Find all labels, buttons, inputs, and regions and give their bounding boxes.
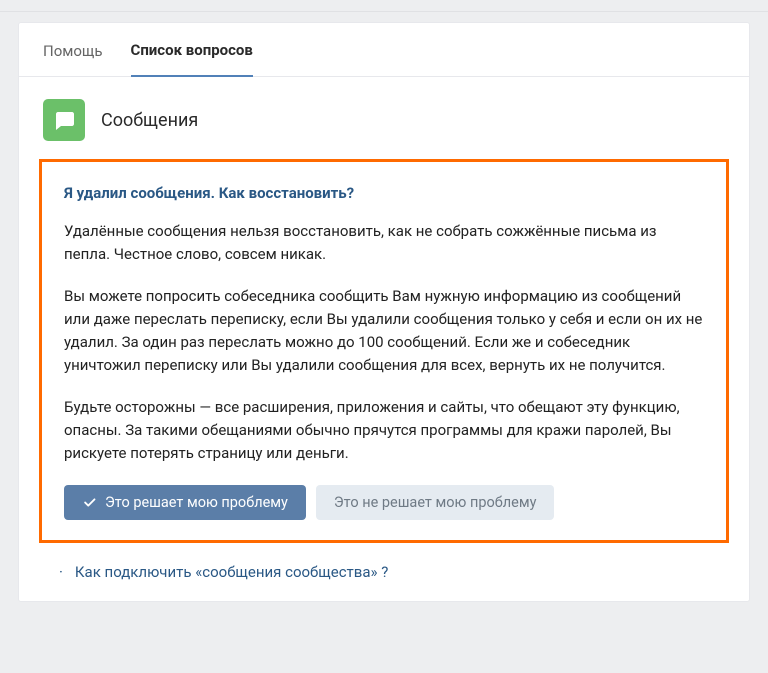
tabs-bar: Помощь Список вопросов — [19, 23, 749, 77]
tab-questions[interactable]: Список вопросов — [131, 23, 253, 77]
not-solves-button-label: Это не решает мою проблему — [334, 494, 537, 511]
question-block: Я удалил сообщения. Как восстановить? Уд… — [39, 159, 729, 543]
question-body: Удалённые сообщения нельзя восстановить,… — [64, 220, 704, 465]
question-paragraph: Удалённые сообщения нельзя восстановить,… — [64, 220, 704, 267]
related-question-label: Как подключить «сообщения сообщества» ? — [75, 563, 388, 581]
question-paragraph: Вы можете попросить собеседника сообщить… — [64, 285, 704, 378]
top-spacer — [0, 0, 768, 12]
solves-button[interactable]: Это решает мою проблему — [64, 485, 306, 520]
question-title: Я удалил сообщения. Как восстановить? — [64, 184, 704, 202]
section-title: Сообщения — [101, 110, 198, 131]
check-icon — [82, 495, 97, 510]
feedback-buttons: Это решает мою проблему Это не решает мо… — [64, 485, 704, 520]
related-question-link[interactable]: · Как подключить «сообщения сообщества» … — [59, 563, 729, 581]
question-paragraph: Будьте осторожны — все расширения, прило… — [64, 396, 704, 466]
bullet-icon: · — [59, 563, 63, 581]
tab-help[interactable]: Помощь — [43, 24, 103, 76]
messages-icon — [43, 99, 85, 141]
main-card: Помощь Список вопросов Сообщения Я удали… — [18, 22, 750, 602]
not-solves-button[interactable]: Это не решает мою проблему — [316, 485, 555, 520]
solves-button-label: Это решает мою проблему — [105, 494, 288, 511]
section-header: Сообщения — [19, 77, 749, 159]
